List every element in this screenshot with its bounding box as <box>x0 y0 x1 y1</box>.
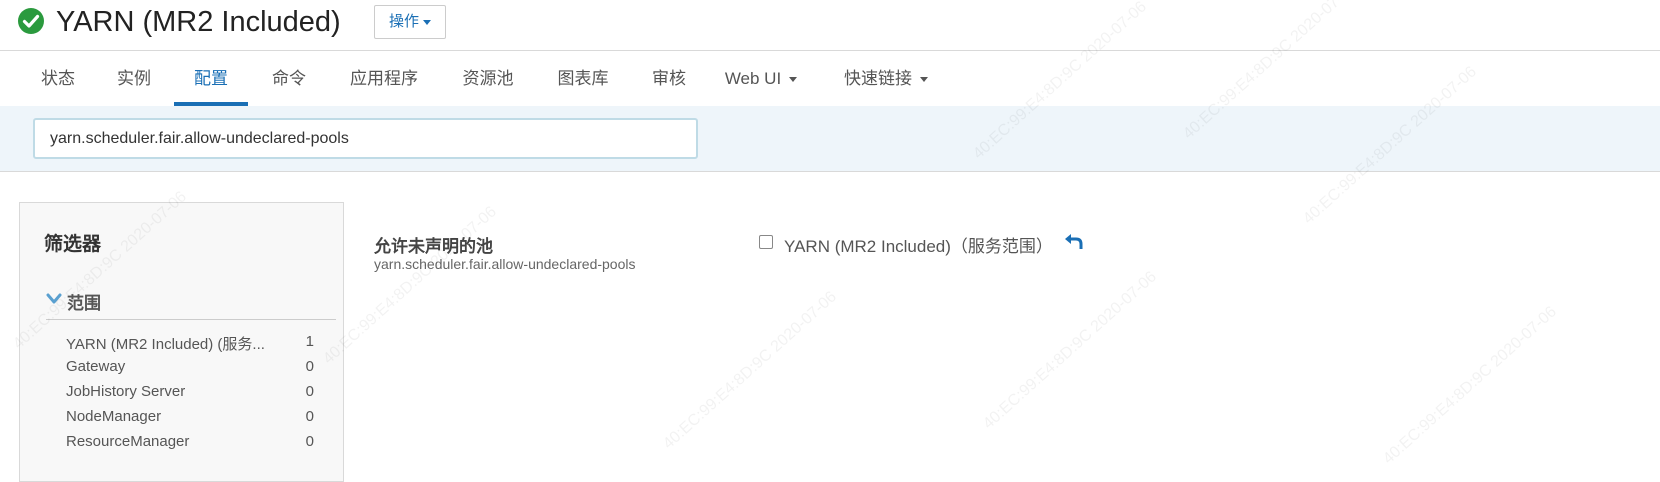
search-band <box>0 106 1660 172</box>
tab-label: 配置 <box>194 69 228 88</box>
service-scope-checkbox[interactable] <box>759 235 773 249</box>
actions-dropdown-button[interactable]: 操作 <box>374 5 446 39</box>
filter-item-name: NodeManager <box>66 408 162 425</box>
tab-label: 状态 <box>41 69 75 88</box>
tab-bar: 状态 实例 配置 命令 应用程序 资源池 图表库 审核 Web UI 快速链接 <box>0 51 1660 107</box>
tab-label: 图表库 <box>557 69 609 88</box>
property-key: yarn.scheduler.fair.allow-undeclared-poo… <box>374 256 636 272</box>
tab-label: 审核 <box>652 69 686 88</box>
tab-resource-pools[interactable]: 资源池 <box>444 51 532 106</box>
filter-item[interactable]: JobHistory Server 0 <box>66 383 314 405</box>
tab-label: 应用程序 <box>350 69 418 88</box>
filter-title: 筛选器 <box>44 234 102 255</box>
filter-item[interactable]: Gateway 0 <box>66 358 314 380</box>
filter-item-name: ResourceManager <box>66 433 190 450</box>
tab-configuration[interactable]: 配置 <box>174 51 248 106</box>
page-title: YARN (MR2 Included) <box>56 6 341 38</box>
filter-panel: 筛选器 范围 YARN (MR2 Included) (服务... 1 Gate… <box>19 202 344 482</box>
tab-charts-library[interactable]: 图表库 <box>546 51 620 106</box>
tab-label: Web UI <box>724 69 782 88</box>
undo-icon[interactable] <box>1064 232 1084 250</box>
chevron-down-icon <box>46 293 62 304</box>
config-search-input[interactable] <box>33 118 698 159</box>
page-header: YARN (MR2 Included) 操作 <box>0 0 1660 51</box>
tab-instances[interactable]: 实例 <box>100 51 168 106</box>
scope-section-label: 范围 <box>67 294 101 313</box>
filter-item-name: YARN (MR2 Included) (服务... <box>66 336 265 353</box>
filter-item[interactable]: YARN (MR2 Included) (服务... 1 <box>66 333 314 355</box>
filter-item-count: 0 <box>305 408 314 425</box>
tab-quick-links[interactable]: 快速链接 <box>836 51 936 106</box>
scope-section-toggle[interactable]: 范围 <box>46 289 336 320</box>
tab-label: 实例 <box>117 69 151 88</box>
caret-down-icon <box>920 77 928 83</box>
filter-item-name: JobHistory Server <box>66 383 186 400</box>
tab-audits[interactable]: 审核 <box>636 51 702 106</box>
filter-item[interactable]: ResourceManager 0 <box>66 433 314 455</box>
tab-commands[interactable]: 命令 <box>254 51 324 106</box>
actions-button-label: 操作 <box>388 13 419 30</box>
filter-item-count: 1 <box>305 333 314 350</box>
service-scope-label: YARN (MR2 Included)（服务范围） <box>784 237 1053 256</box>
filter-item-count: 0 <box>305 433 314 450</box>
watermark: 40:EC:99:E4:8D:9C 2020-07-06 <box>1380 303 1560 468</box>
property-display-name: 允许未声明的池 <box>374 237 493 256</box>
tab-web-ui[interactable]: Web UI <box>716 51 806 106</box>
filter-item[interactable]: NodeManager 0 <box>66 408 314 430</box>
tab-applications[interactable]: 应用程序 <box>336 51 432 106</box>
good-health-check-icon <box>18 8 44 34</box>
filter-item-count: 0 <box>305 383 314 400</box>
filter-item-count: 0 <box>305 358 314 375</box>
tab-label: 命令 <box>272 69 306 88</box>
filter-item-name: Gateway <box>66 358 126 375</box>
tab-label: 快速链接 <box>844 69 912 88</box>
tab-label: 资源池 <box>462 69 514 88</box>
watermark: 40:EC:99:E4:8D:9C 2020-07-06 <box>660 288 840 453</box>
tab-status[interactable]: 状态 <box>22 51 94 106</box>
watermark: 40:EC:99:E4:8D:9C 2020-07-06 <box>980 268 1160 433</box>
caret-down-icon <box>789 77 798 83</box>
caret-down-icon <box>423 19 431 25</box>
watermark: 40:EC:99:E4:8D:9C 2020-07-06 <box>320 203 500 368</box>
